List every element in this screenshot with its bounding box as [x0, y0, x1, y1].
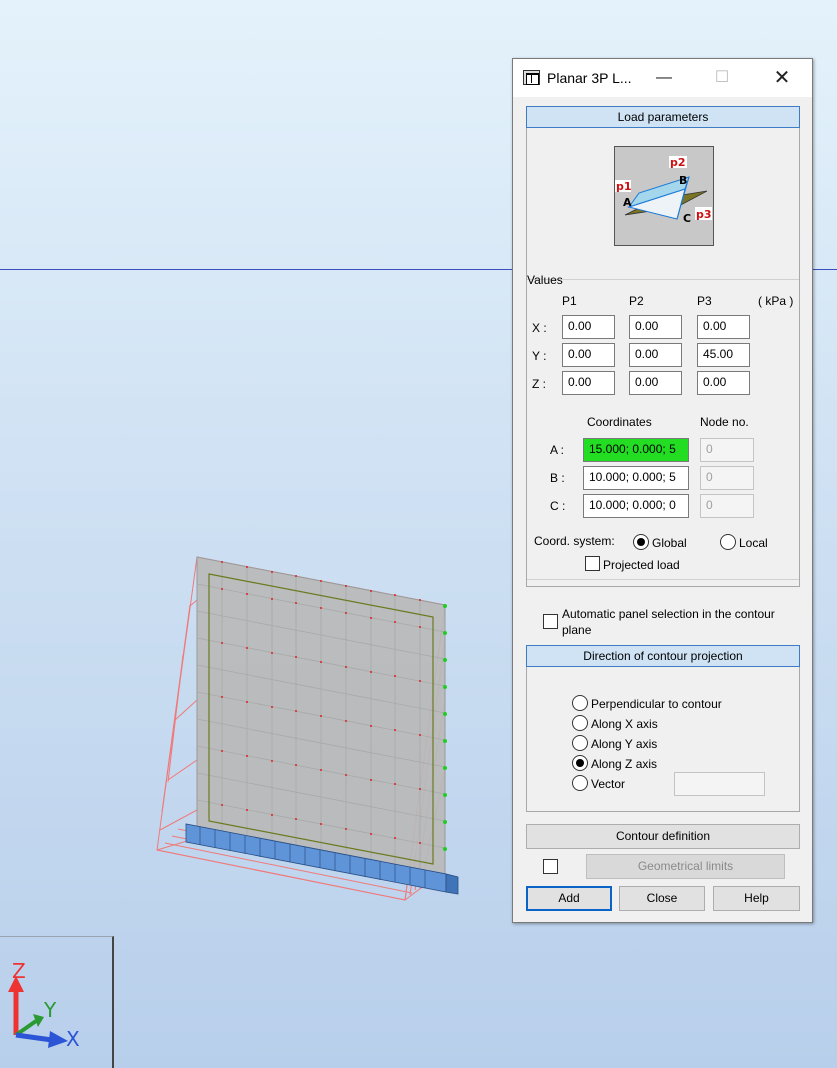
perpendicular-radio[interactable]: [572, 695, 588, 711]
axes-viewport-frame: [0, 936, 114, 1068]
x-p3-field[interactable]: 0.00: [697, 315, 750, 339]
z-p3-field[interactable]: 0.00: [697, 371, 750, 395]
x-p2-field[interactable]: 0.00: [629, 315, 682, 339]
close-button[interactable]: Close: [619, 886, 705, 911]
y-p3-field[interactable]: 45.00: [697, 343, 750, 367]
group-bottom-separator: [527, 579, 799, 580]
z-p2-field[interactable]: 0.00: [629, 371, 682, 395]
point-c-node-field[interactable]: 0: [700, 494, 754, 518]
column-p3: P3: [697, 294, 712, 308]
row-x-label: X :: [532, 321, 547, 335]
vector-radio[interactable]: [572, 775, 588, 791]
global-radio-label: Global: [652, 536, 687, 550]
projected-load-checkbox[interactable]: [585, 556, 600, 571]
projected-load-label: Projected load: [603, 558, 680, 572]
point-b-label: B: [679, 174, 687, 187]
geometrical-limits-checkbox[interactable]: [543, 859, 558, 874]
vector-radio-label: Vector: [591, 777, 626, 791]
point-b-node-field[interactable]: 0: [700, 466, 754, 490]
point-a-coords-field[interactable]: 15.000; 0.000; 5: [583, 438, 689, 462]
point-a-row-label: A :: [550, 443, 565, 457]
auto-panel-label: Automatic panel selection in the contour: [562, 607, 775, 621]
point-c-coords-field[interactable]: 10.000; 0.000; 0: [583, 494, 689, 518]
p1-label: p1: [616, 180, 632, 193]
p3-label: p3: [696, 208, 712, 221]
along-x-radio[interactable]: [572, 715, 588, 731]
y-p2-field[interactable]: 0.00: [629, 343, 682, 367]
maximize-button[interactable]: ☐: [699, 59, 745, 97]
planar-3p-load-dialog: Planar 3P L... — ☐ ✕ Load parameters p1 …: [512, 58, 813, 923]
global-radio[interactable]: [633, 534, 649, 550]
z-p1-field[interactable]: 0.00: [562, 371, 615, 395]
vector-field[interactable]: [674, 772, 765, 796]
row-z-label: Z :: [532, 377, 546, 391]
along-z-radio-label: Along Z axis: [591, 757, 658, 771]
row-y-label: Y :: [532, 349, 547, 363]
add-button[interactable]: Add: [526, 886, 612, 911]
direction-header[interactable]: Direction of contour projection: [526, 645, 800, 667]
close-window-button[interactable]: ✕: [759, 59, 805, 97]
x-p1-field[interactable]: 0.00: [562, 315, 615, 339]
coordinates-header: Coordinates: [587, 415, 652, 429]
point-a-node-field[interactable]: 0: [700, 438, 754, 462]
unit-label: ( kPa ): [758, 294, 794, 308]
dialog-title: Planar 3P L...: [547, 70, 632, 86]
point-a-label: A: [623, 196, 632, 209]
local-radio-label: Local: [739, 536, 768, 550]
along-z-radio[interactable]: [572, 755, 588, 771]
column-p1: P1: [562, 294, 577, 308]
auto-panel-checkbox[interactable]: [543, 614, 558, 629]
help-button[interactable]: Help: [713, 886, 800, 911]
minimize-button[interactable]: —: [641, 59, 687, 97]
contour-definition-button[interactable]: Contour definition: [526, 824, 800, 849]
title-bar[interactable]: Planar 3P L... — ☐ ✕: [513, 59, 812, 97]
load-parameters-header[interactable]: Load parameters: [526, 106, 800, 128]
p2-label: p2: [670, 156, 686, 169]
geometrical-limits-button[interactable]: Geometrical limits: [586, 854, 785, 879]
auto-panel-label-continued: plane: [562, 623, 592, 637]
along-y-radio[interactable]: [572, 735, 588, 751]
node-number-header: Node no.: [700, 415, 749, 429]
coord-system-label: Coord. system:: [534, 534, 615, 548]
point-c-label: C: [683, 212, 691, 225]
perpendicular-radio-label: Perpendicular to contour: [591, 697, 722, 711]
along-y-radio-label: Along Y axis: [591, 737, 658, 751]
values-separator: [527, 279, 799, 280]
along-x-radio-label: Along X axis: [591, 717, 658, 731]
local-radio[interactable]: [720, 534, 736, 550]
column-p2: P2: [629, 294, 644, 308]
load-app-icon: [523, 70, 540, 85]
y-p1-field[interactable]: 0.00: [562, 343, 615, 367]
point-b-coords-field[interactable]: 10.000; 0.000; 5: [583, 466, 689, 490]
planar-load-diagram: p1 p2 p3 A B C: [614, 146, 714, 246]
point-b-row-label: B :: [550, 471, 565, 485]
point-c-row-label: C :: [550, 499, 566, 513]
values-label: Values: [527, 273, 563, 287]
